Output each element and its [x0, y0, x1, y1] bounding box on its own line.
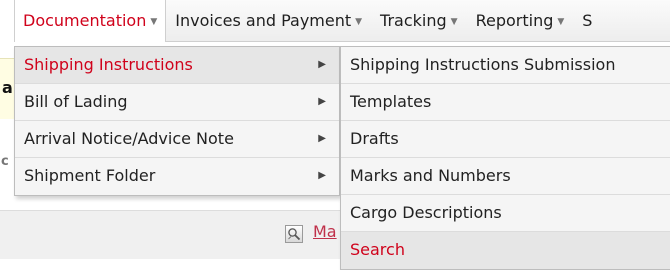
submenu-item-marks-and-numbers[interactable]: Marks and Numbers — [341, 158, 670, 195]
nav-more[interactable]: S — [573, 0, 592, 41]
menu-item-label: Bill of Lading — [24, 92, 128, 111]
menu-item-label: Shipping Instructions — [24, 55, 193, 74]
nav-reporting[interactable]: Reporting ▼ — [467, 0, 574, 41]
nav-invoices-and-payment[interactable]: Invoices and Payment ▼ — [166, 0, 371, 41]
nav-documentation[interactable]: Documentation ▼ — [14, 0, 167, 42]
submenu-item-drafts[interactable]: Drafts — [341, 121, 670, 158]
nav-reporting-label: Reporting — [475, 11, 554, 30]
banner-text-fragment-left: a — [2, 78, 13, 97]
menu-item-shipping-instructions[interactable]: Shipping Instructions ▶ — [15, 47, 339, 84]
footer-manual-link[interactable]: Ma — [313, 222, 337, 241]
caret-down-icon: ▼ — [557, 16, 565, 27]
nav-tracking-label: Tracking — [380, 11, 447, 30]
submenu-item-label: Templates — [350, 92, 432, 111]
nav-invoices-label: Invoices and Payment — [175, 11, 352, 30]
nav-tracking[interactable]: Tracking ▼ — [371, 0, 467, 41]
submenu-item-cargo-descriptions[interactable]: Cargo Descriptions — [341, 195, 670, 232]
submenu-item-label: Search — [350, 240, 405, 259]
content-text-fragment: c — [1, 154, 9, 169]
submenu-item-label: Drafts — [350, 129, 399, 148]
chevron-right-icon: ▶ — [318, 133, 326, 144]
submenu-item-search[interactable]: Search — [341, 232, 670, 269]
chevron-right-icon: ▶ — [318, 96, 326, 107]
nav-documentation-label: Documentation — [23, 11, 147, 30]
documentation-dropdown: Shipping Instructions ▶ Bill of Lading ▶… — [14, 46, 340, 196]
caret-down-icon: ▼ — [450, 16, 458, 27]
menu-item-bill-of-lading[interactable]: Bill of Lading ▶ — [15, 84, 339, 121]
menu-item-arrival-notice[interactable]: Arrival Notice/Advice Note ▶ — [15, 121, 339, 158]
nav-more-label: S — [582, 11, 593, 30]
caret-down-icon: ▼ — [355, 16, 363, 27]
submenu-item-label: Cargo Descriptions — [350, 203, 502, 222]
menu-item-label: Shipment Folder — [24, 166, 156, 185]
submenu-item-si-submission[interactable]: Shipping Instructions Submission — [341, 47, 670, 84]
menu-item-label: Arrival Notice/Advice Note — [24, 129, 234, 148]
submenu-item-label: Shipping Instructions Submission — [350, 55, 616, 74]
caret-down-icon: ▼ — [150, 16, 158, 27]
manual-icon[interactable] — [285, 225, 303, 243]
shipping-instructions-submenu: Shipping Instructions Submission Templat… — [340, 46, 670, 270]
chevron-right-icon: ▶ — [318, 170, 326, 181]
menu-item-shipment-folder[interactable]: Shipment Folder ▶ — [15, 158, 339, 195]
submenu-item-templates[interactable]: Templates — [341, 84, 670, 121]
chevron-right-icon: ▶ — [318, 59, 326, 70]
submenu-item-label: Marks and Numbers — [350, 166, 511, 185]
main-navigation: Documentation ▼ Invoices and Payment ▼ T… — [14, 0, 670, 42]
